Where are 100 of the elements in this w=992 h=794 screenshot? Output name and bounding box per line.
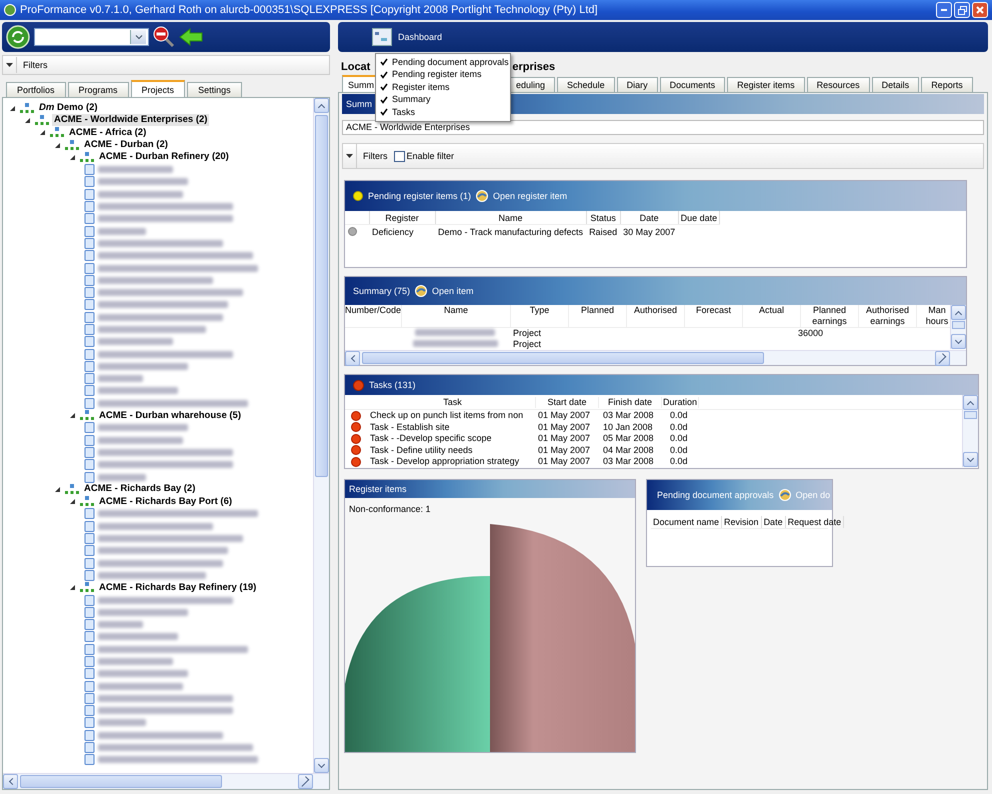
expander-icon[interactable] — [69, 498, 77, 506]
close-button[interactable] — [972, 2, 988, 18]
filters-toggle[interactable] — [3, 57, 17, 73]
document-icon — [84, 594, 95, 606]
column-header[interactable]: Finish date — [599, 396, 662, 408]
open-icon[interactable] — [476, 190, 488, 202]
tab[interactable]: Diary — [616, 77, 658, 92]
task-status-icon — [351, 410, 361, 421]
column-header[interactable]: Date — [762, 516, 786, 528]
column-header[interactable]: Planned — [569, 305, 627, 327]
filters-toggle[interactable] — [343, 144, 357, 168]
column-header[interactable]: Revision — [722, 516, 762, 528]
scroll-left-button[interactable] — [345, 351, 360, 366]
column-header[interactable]: Actual — [743, 305, 801, 327]
scroll-thumb[interactable] — [964, 411, 977, 419]
dropdown-button[interactable] — [130, 30, 146, 44]
tree-item[interactable]: ACME - Durban wharehouse (5) — [97, 410, 243, 422]
column-header[interactable]: Document name — [651, 516, 722, 528]
tab[interactable]: Documents — [660, 77, 726, 92]
column-header[interactable]: Status — [586, 211, 620, 224]
column-header[interactable]: Start date — [536, 396, 599, 408]
scroll-thumb[interactable] — [362, 352, 764, 364]
open-icon[interactable] — [415, 285, 428, 297]
tree-item[interactable]: ACME - Africa (2) — [67, 126, 148, 139]
hierarchy-icon — [20, 102, 34, 114]
minimize-icon — [941, 9, 947, 11]
tree-item[interactable]: Dm Demo (2) — [37, 102, 100, 114]
column-header[interactable]: Date — [620, 211, 678, 224]
scroll-up-button[interactable] — [951, 305, 966, 320]
column-header[interactable]: Name — [435, 211, 586, 224]
refresh-icon[interactable] — [6, 25, 30, 49]
dashboard-button[interactable]: Dashboard — [398, 32, 442, 42]
tab[interactable]: Projects — [130, 80, 186, 97]
tab[interactable]: Schedule — [557, 77, 615, 92]
scroll-thumb[interactable] — [315, 115, 328, 477]
column-header[interactable]: Request date — [786, 516, 844, 528]
scroll-down-button[interactable] — [963, 452, 978, 467]
location-title: Locat — [341, 61, 370, 73]
tab[interactable]: Details — [872, 77, 920, 92]
chart-legend: Non-conformance: 1 — [345, 498, 635, 518]
column-header[interactable]: Due date — [678, 211, 720, 224]
open-item-link[interactable]: Open item — [432, 286, 474, 296]
tab[interactable]: Register items — [727, 77, 805, 92]
scroll-thumb[interactable] — [20, 775, 222, 788]
scroll-up-button[interactable] — [963, 395, 978, 410]
menu-item[interactable]: Pending document approvals — [392, 56, 509, 68]
column-header[interactable]: Authorised — [627, 305, 685, 327]
tab[interactable]: Programs — [68, 82, 129, 97]
document-icon — [84, 742, 95, 754]
expander-icon[interactable] — [69, 412, 77, 420]
back-arrow-icon[interactable] — [179, 28, 203, 46]
expander-icon[interactable] — [54, 486, 62, 493]
menu-item[interactable]: Tasks — [392, 106, 416, 118]
document-icon — [84, 226, 95, 237]
scroll-right-button[interactable] — [935, 351, 950, 366]
column-header[interactable]: Name — [402, 305, 511, 327]
scroll-down-button[interactable] — [951, 334, 966, 349]
scroll-down-button[interactable] — [314, 758, 329, 773]
column-header[interactable]: Planned earnings — [801, 305, 859, 327]
checkbox-label[interactable]: Enable filter — [406, 151, 454, 161]
expander-icon[interactable] — [39, 129, 47, 136]
document-icon — [84, 324, 95, 335]
minimize-button[interactable] — [936, 2, 952, 18]
column-header[interactable]: Type — [511, 305, 569, 327]
open-icon[interactable] — [778, 488, 791, 500]
column-header[interactable]: Register — [369, 211, 435, 224]
checkbox[interactable] — [394, 150, 404, 162]
document-icon — [84, 422, 95, 434]
tab[interactable]: Resources — [806, 77, 870, 92]
tree-item[interactable]: ACME - Durban (2) — [82, 139, 170, 152]
expander-icon[interactable] — [69, 154, 77, 161]
expander-icon[interactable] — [69, 584, 77, 592]
expander-icon[interactable] — [54, 142, 62, 149]
column-header[interactable]: Task — [367, 396, 536, 408]
column-header[interactable]: Duration — [662, 396, 699, 408]
table-cell: Project — [513, 328, 542, 338]
expander-icon[interactable] — [24, 116, 32, 124]
tab[interactable]: Settings — [187, 82, 242, 97]
tree-item[interactable]: ACME - Richards Bay Port (6) — [97, 496, 234, 508]
search-field[interactable] — [34, 28, 149, 46]
task-icon — [353, 380, 364, 390]
tab[interactable]: Portfolios — [6, 82, 66, 97]
scroll-right-button[interactable] — [298, 774, 313, 789]
tab[interactable]: Reports — [921, 77, 973, 92]
expander-icon[interactable] — [9, 104, 17, 112]
column-header[interactable]: Authorised earnings — [859, 305, 917, 327]
tree-item[interactable]: ACME - Richards Bay (2) — [82, 483, 198, 496]
column-header[interactable]: Number/Code — [345, 305, 402, 327]
tree-item[interactable]: ACME - Richards Bay Refinery (19) — [97, 582, 258, 594]
restore-button[interactable] — [954, 2, 970, 18]
scroll-up-button[interactable] — [314, 98, 329, 113]
scroll-left-button[interactable] — [3, 774, 18, 789]
scroll-thumb[interactable] — [952, 321, 965, 329]
tree-item[interactable]: ACME - Durban Refinery (20) — [97, 151, 231, 164]
menu-item[interactable]: Summary — [392, 94, 431, 106]
clear-search-icon[interactable] — [153, 26, 175, 48]
tree-item[interactable]: ACME - Worldwide Enterprises (2) — [52, 114, 210, 126]
column-header[interactable]: Forecast — [685, 305, 743, 327]
document-icon — [84, 262, 95, 274]
open-register-item-link[interactable]: Open register item — [493, 191, 568, 201]
